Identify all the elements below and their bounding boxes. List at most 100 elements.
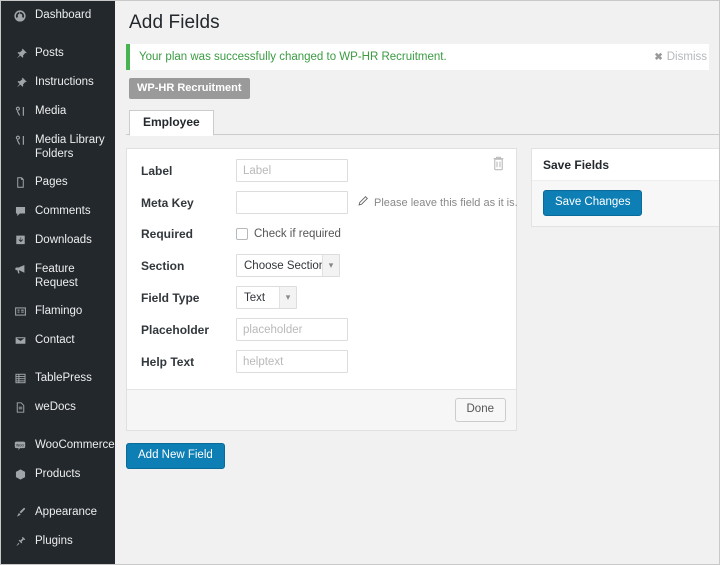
sidebar-item-appearance[interactable]: Appearance (1, 498, 115, 527)
save-fields-title: Save Fields (543, 158, 610, 172)
sidebar-item-label: weDocs (35, 401, 76, 413)
plug-icon (10, 534, 30, 549)
add-new-field-button[interactable]: Add New Field (126, 443, 225, 469)
placeholder-caption: Placeholder (141, 322, 210, 337)
save-changes-button[interactable]: Save Changes (543, 190, 643, 216)
field-row-required: Required Check if required (141, 223, 502, 245)
sidebar-item-label: Products (35, 468, 81, 480)
wordpress-admin-screen: Dashboard Posts Instructions Media Media (0, 0, 720, 565)
pages-icon (10, 175, 30, 190)
field-row-meta-key: Meta Key Please leave this field as it i… (141, 191, 518, 214)
woocommerce-icon: woo (10, 438, 30, 453)
meta-key-note: Please leave this field as it is. (357, 195, 518, 210)
sidebar-item-wedocs[interactable]: weDocs (1, 393, 115, 422)
pencil-icon (357, 195, 369, 210)
field-type-select[interactable]: Text ▾ (236, 286, 297, 309)
sidebar-item-downloads[interactable]: Downloads (1, 226, 115, 255)
magic-box-icon (10, 563, 30, 564)
sidebar-item-label: TablePress (35, 372, 92, 384)
section-select-value: Choose Section (244, 259, 326, 272)
notice-message: Your plan was successfully changed to WP… (139, 51, 447, 63)
sidebar-item-posts[interactable]: Posts (1, 39, 115, 68)
sidebar-item-woocommerce[interactable]: woo WooCommerce (1, 431, 115, 460)
sidebar-item-label: Flamingo (35, 305, 83, 317)
sidebar-item-media-library-folders[interactable]: Media Library Folders (1, 126, 115, 168)
fields-column: Label Meta Key (126, 135, 518, 469)
meta-key-input[interactable] (236, 191, 348, 214)
sidebar-item-contact[interactable]: Contact (1, 326, 115, 355)
done-button[interactable]: Done (454, 398, 506, 422)
sidebar-item-flamingo[interactable]: Flamingo (1, 297, 115, 326)
download-icon (10, 233, 30, 248)
required-checkbox-wrap[interactable]: Check if required (236, 228, 341, 240)
save-fields-body: Save Changes (532, 180, 719, 226)
sidebar-item-label: Pages (35, 176, 68, 188)
section-select[interactable]: Choose Section ▾ (236, 254, 340, 277)
label-input[interactable] (236, 159, 348, 182)
contact-card-icon (10, 304, 30, 319)
sidebar-item-feature-request[interactable]: Feature Request (1, 255, 115, 297)
save-column: Save Fields Save Changes (531, 135, 719, 227)
sidebar-item-label: Media Library Folders (35, 134, 105, 160)
add-field-row: Add New Field (126, 443, 517, 469)
page-title: Add Fields (129, 12, 220, 33)
sidebar-item-media[interactable]: Media (1, 97, 115, 126)
meta-key-note-text: Please leave this field as it is. (374, 196, 518, 209)
sidebar-item-products[interactable]: Products (1, 460, 115, 489)
sidebar-item-dashboard[interactable]: Dashboard (1, 1, 115, 30)
field-card-footer: Done (127, 389, 516, 430)
table-icon (10, 371, 30, 386)
save-fields-panel: Save Fields Save Changes (531, 148, 719, 227)
label-caption: Label (141, 163, 173, 178)
sidebar-item-magic-action-box[interactable]: Magic Action Box (1, 556, 115, 564)
field-type-caption: Field Type (141, 290, 200, 305)
field-row-field-type: Field Type Text ▾ (141, 286, 502, 309)
trash-icon[interactable] (491, 155, 507, 173)
sidebar-item-label: WooCommerce (35, 439, 115, 451)
sidebar-item-label: Downloads (35, 234, 92, 246)
content-columns: Label Meta Key (115, 135, 719, 469)
document-icon (10, 400, 30, 415)
required-checkbox-label: Check if required (254, 228, 341, 240)
pin-icon (10, 75, 30, 90)
box-icon (10, 467, 30, 482)
field-card: Label Meta Key (126, 148, 518, 431)
media-icon (10, 104, 30, 119)
tab-bar: Employee (126, 109, 719, 136)
svg-text:woo: woo (16, 443, 24, 448)
help-text-caption: Help Text (141, 354, 195, 369)
required-checkbox[interactable] (236, 228, 248, 240)
field-card-body: Label Meta Key (127, 149, 518, 389)
field-row-label: Label (141, 159, 502, 182)
brush-icon (10, 505, 30, 520)
sidebar-item-tablepress[interactable]: TablePress (1, 364, 115, 393)
field-row-placeholder: Placeholder (141, 318, 502, 341)
admin-sidebar: Dashboard Posts Instructions Media Media (1, 1, 115, 564)
required-caption: Required (141, 227, 194, 241)
plan-badge: WP-HR Recruitment (129, 78, 250, 99)
dashboard-icon (10, 8, 30, 23)
sidebar-item-label: Posts (35, 47, 64, 59)
dismiss-notice-button[interactable]: ✖ Dismiss (654, 51, 707, 63)
comment-icon (10, 204, 30, 219)
help-text-input[interactable] (236, 350, 348, 373)
sidebar-item-plugins[interactable]: Plugins (1, 527, 115, 556)
tab-employee[interactable]: Employee (129, 110, 214, 136)
sidebar-item-label: Plugins (35, 535, 73, 547)
sidebar-item-label: Instructions (35, 76, 94, 88)
sidebar-item-label: Feature Request (35, 263, 78, 289)
sidebar-item-label: Media (35, 105, 67, 117)
sidebar-item-comments[interactable]: Comments (1, 197, 115, 226)
field-type-select-value: Text (244, 291, 266, 304)
megaphone-icon (10, 262, 30, 277)
success-notice: Your plan was successfully changed to WP… (126, 44, 709, 70)
placeholder-input[interactable] (236, 318, 348, 341)
close-x-icon: ✖ (654, 51, 663, 63)
main-content: Add Fields Your plan was successfully ch… (115, 1, 719, 564)
sidebar-item-instructions[interactable]: Instructions (1, 68, 115, 97)
sidebar-item-pages[interactable]: Pages (1, 168, 115, 197)
meta-key-caption: Meta Key (141, 195, 194, 210)
sidebar-item-label: Dashboard (35, 9, 92, 21)
field-row-section: Section Choose Section ▾ (141, 254, 502, 277)
dismiss-label: Dismiss (666, 51, 707, 63)
